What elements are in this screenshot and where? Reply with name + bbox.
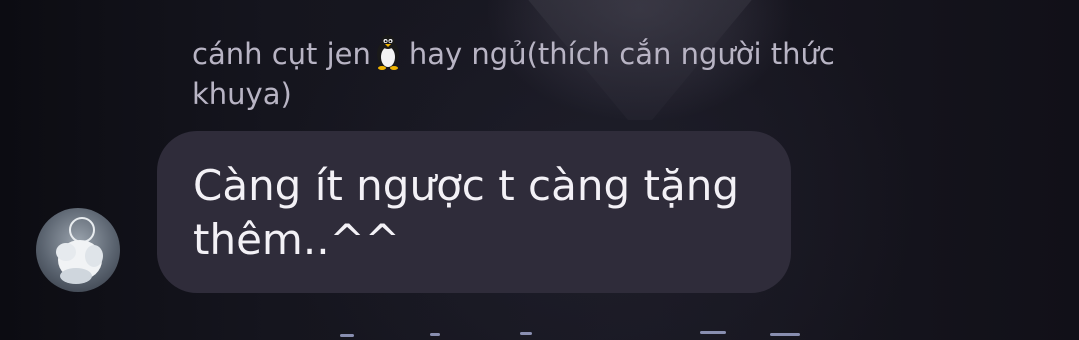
avatar[interactable] [36, 208, 120, 292]
message-text-line1: Càng ít ngược t càng tặng [193, 161, 739, 210]
sender-name-part1: cánh cụt jen [192, 37, 371, 71]
penguin-icon [373, 34, 403, 70]
message-text-line2: thêm..^^ [193, 215, 400, 264]
sender-name-part3: khuya) [192, 77, 292, 111]
sender-name-part2: hay ngủ(thích cắn người thức [408, 37, 835, 71]
next-message-preview [340, 328, 840, 340]
sender-name[interactable]: cánh cụt jen hay ngủ(thích cắn người thứ… [192, 34, 932, 114]
message-bubble[interactable]: Càng ít ngược t càng tặng thêm..^^ [157, 131, 791, 293]
